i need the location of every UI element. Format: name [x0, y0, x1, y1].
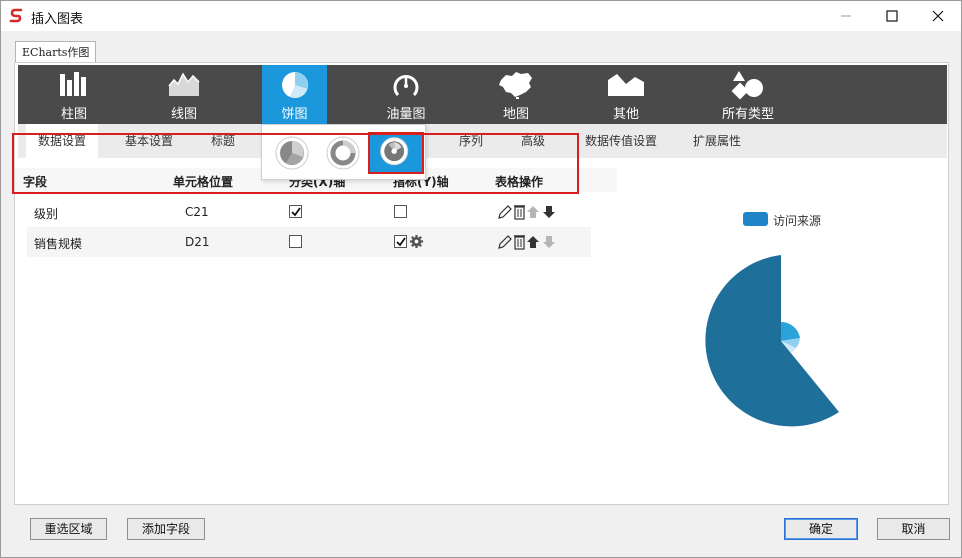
check-icon [396, 237, 406, 247]
chart-type-all[interactable]: 所有类型 [698, 65, 798, 124]
minimize-icon [841, 15, 851, 17]
pie-preview-chart [705, 255, 839, 427]
metric-axis-checkbox[interactable] [394, 235, 407, 248]
title-bar: 插入图表 [1, 1, 961, 31]
chart-type-bar-chart[interactable]: 柱图 [24, 65, 124, 124]
chart-type-label: 所有类型 [721, 107, 774, 122]
move-up-icon[interactable] [527, 206, 539, 218]
tab-extended-props[interactable]: 扩展属性 [682, 124, 752, 158]
chart-type-label: 线图 [170, 107, 197, 122]
chart-type-label: 油量图 [386, 107, 426, 122]
delete-trash-icon[interactable] [514, 235, 525, 250]
cell-position: C21 [185, 205, 209, 219]
insert-chart-dialog: 插入图表 ECharts作图 柱图 线图 饼图 油量图 地图 其他 所有类型 数… [0, 0, 962, 558]
chart-type-label: 饼图 [281, 107, 308, 122]
chart-type-line-chart[interactable]: 线图 [134, 65, 234, 124]
chart-type-other[interactable]: 其他 [576, 65, 676, 124]
tab-data-passing[interactable]: 数据传值设置 [576, 124, 666, 158]
chart-type-label: 柱图 [60, 107, 87, 122]
line-chart-icon [168, 72, 200, 96]
pie-slice-main [705, 255, 839, 427]
pie-chart-icon [281, 72, 308, 98]
window-title: 插入图表 [31, 12, 84, 27]
delete-trash-icon[interactable] [514, 205, 525, 220]
ok-button[interactable]: 确定 [784, 518, 858, 540]
close-icon [932, 10, 944, 22]
reselect-area-button[interactable]: 重选区域 [30, 518, 107, 540]
check-icon [291, 207, 301, 217]
chart-type-gauge[interactable]: 油量图 [356, 65, 456, 124]
edit-pencil-icon[interactable] [498, 205, 512, 219]
row-ops [497, 203, 561, 224]
metric-axis-checkbox[interactable] [394, 205, 407, 218]
move-up-icon[interactable] [527, 236, 539, 248]
close-button[interactable] [915, 1, 961, 31]
chart-type-map[interactable]: 地图 [466, 65, 566, 124]
tab-echarts[interactable]: ECharts作图 [15, 41, 97, 63]
gear-icon[interactable] [409, 234, 424, 249]
cell-position: D21 [185, 235, 210, 249]
map-icon [499, 72, 532, 99]
maximize-icon [886, 10, 898, 22]
field-name: 级别 [34, 207, 59, 221]
category-axis-checkbox[interactable] [289, 235, 302, 248]
highlight-frame [12, 133, 579, 194]
maximize-button[interactable] [869, 1, 915, 31]
main-panel: 柱图 线图 饼图 油量图 地图 其他 所有类型 数据设置 基本设置 标题 序列 … [14, 62, 949, 505]
add-field-button[interactable]: 添加字段 [127, 518, 205, 540]
shapes-icon [731, 71, 763, 100]
field-name: 销售规模 [34, 237, 83, 251]
cancel-button[interactable]: 取消 [877, 518, 950, 540]
table-row: 级别 C21 [27, 197, 591, 227]
area-shape-icon [608, 74, 644, 96]
chart-type-label: 其他 [612, 107, 639, 122]
chart-type-bar: 柱图 线图 饼图 油量图 地图 其他 所有类型 [18, 65, 947, 124]
gauge-icon [393, 75, 419, 97]
chart-type-label: 地图 [502, 107, 529, 122]
chart-type-pie-chart[interactable]: 饼图 [262, 65, 327, 124]
row-ops [497, 233, 561, 254]
pie-slice-accent [781, 321, 800, 341]
category-axis-checkbox[interactable] [289, 205, 302, 218]
table-row: 销售规模 D21 [27, 227, 591, 257]
move-down-icon[interactable] [543, 236, 555, 248]
minimize-button[interactable] [823, 1, 869, 31]
edit-pencil-icon[interactable] [498, 235, 512, 249]
bar-chart-icon [60, 72, 86, 96]
app-logo-icon [9, 8, 23, 23]
move-down-icon[interactable] [543, 206, 555, 218]
